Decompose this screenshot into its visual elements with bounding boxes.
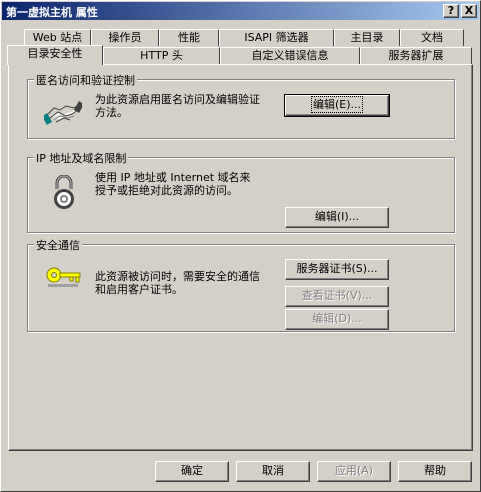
tab-server-extensions[interactable]: 服务器扩展 (360, 47, 472, 64)
tab-web-site[interactable]: Web 站点 (24, 29, 91, 46)
tab-documents[interactable]: 文档 (400, 29, 464, 46)
ip-edit-label: 编辑(I)... (314, 210, 360, 223)
tab-isapi-filters[interactable]: ISAPI 筛选器 (219, 29, 334, 46)
tab-operators[interactable]: 操作员 (91, 29, 159, 46)
anonymous-access-group: 匿名访问和验证控制 为此资源启用匿名访问及编辑验证 方法。 编辑(E)... (27, 72, 455, 139)
key-icon (46, 267, 81, 287)
ip-edit-button[interactable]: 编辑(I)... (285, 207, 389, 228)
secure-communications-legend: 安全通信 (34, 237, 82, 253)
window-title: 第一虚拟主机 属性 (6, 6, 98, 19)
padlock-icon (54, 175, 74, 209)
view-certificate-button[interactable]: 查看证书(V)... (285, 286, 389, 307)
cancel-label: 取消 (262, 464, 284, 477)
cancel-button[interactable]: 取消 (236, 461, 310, 482)
view-certificate-label: 查看证书(V)... (301, 289, 373, 302)
ok-button[interactable]: 确定 (155, 461, 229, 482)
anonymous-access-description: 为此资源启用匿名访问及编辑验证 方法。 (95, 93, 260, 119)
tab-performance[interactable]: 性能 (159, 29, 219, 46)
tab-panel: 匿名访问和验证控制 为此资源启用匿名访问及编辑验证 方法。 编辑(E)... I… (8, 64, 473, 451)
apply-button[interactable]: 应用(A) (317, 461, 391, 482)
secure-communications-description: 此资源被访问时，需要安全的通信 和启用客户证书。 (95, 270, 260, 296)
server-certificate-button[interactable]: 服务器证书(S)... (285, 259, 389, 280)
ok-label: 确定 (181, 464, 203, 477)
apply-label: 应用(A) (334, 464, 374, 477)
title-bar[interactable]: 第一虚拟主机 属性 ? X (2, 2, 479, 20)
help-title-button[interactable]: ? (443, 4, 459, 18)
tab-custom-errors[interactable]: 自定义错误信息 (220, 47, 360, 64)
ip-restrictions-legend: IP 地址及域名限制 (34, 150, 129, 166)
ip-restrictions-description: 使用 IP 地址或 Internet 域名来 授予或拒绝对此资源的访问。 (95, 171, 251, 197)
tab-directory-security[interactable]: 目录安全性 (7, 45, 103, 65)
help-label: 帮助 (424, 464, 446, 477)
properties-dialog: 第一虚拟主机 属性 ? X Web 站点 操作员 性能 ISAPI 筛选器 主目… (0, 0, 481, 492)
handshake-icon (44, 101, 82, 125)
ip-restrictions-group: IP 地址及域名限制 使用 IP 地址或 Internet 域名来 授予或拒绝对… (27, 150, 455, 233)
close-title-button[interactable]: X (461, 4, 477, 18)
secure-edit-button[interactable]: 编辑(D)... (285, 309, 389, 330)
secure-communications-group: 安全通信 此资源被访问时，需要安全的通信 和启用客户证书。 服务器证书(S)..… (27, 237, 455, 332)
secure-edit-label: 编辑(D)... (312, 312, 362, 325)
tab-home-directory[interactable]: 主目录 (334, 29, 400, 46)
server-certificate-label: 服务器证书(S)... (296, 262, 378, 275)
anonymous-edit-button[interactable]: 编辑(E)... (284, 94, 390, 117)
help-button[interactable]: 帮助 (398, 461, 472, 482)
tab-http-headers[interactable]: HTTP 头 (103, 47, 220, 64)
anonymous-access-legend: 匿名访问和验证控制 (34, 72, 137, 88)
anonymous-edit-label: 编辑(E)... (310, 96, 364, 113)
